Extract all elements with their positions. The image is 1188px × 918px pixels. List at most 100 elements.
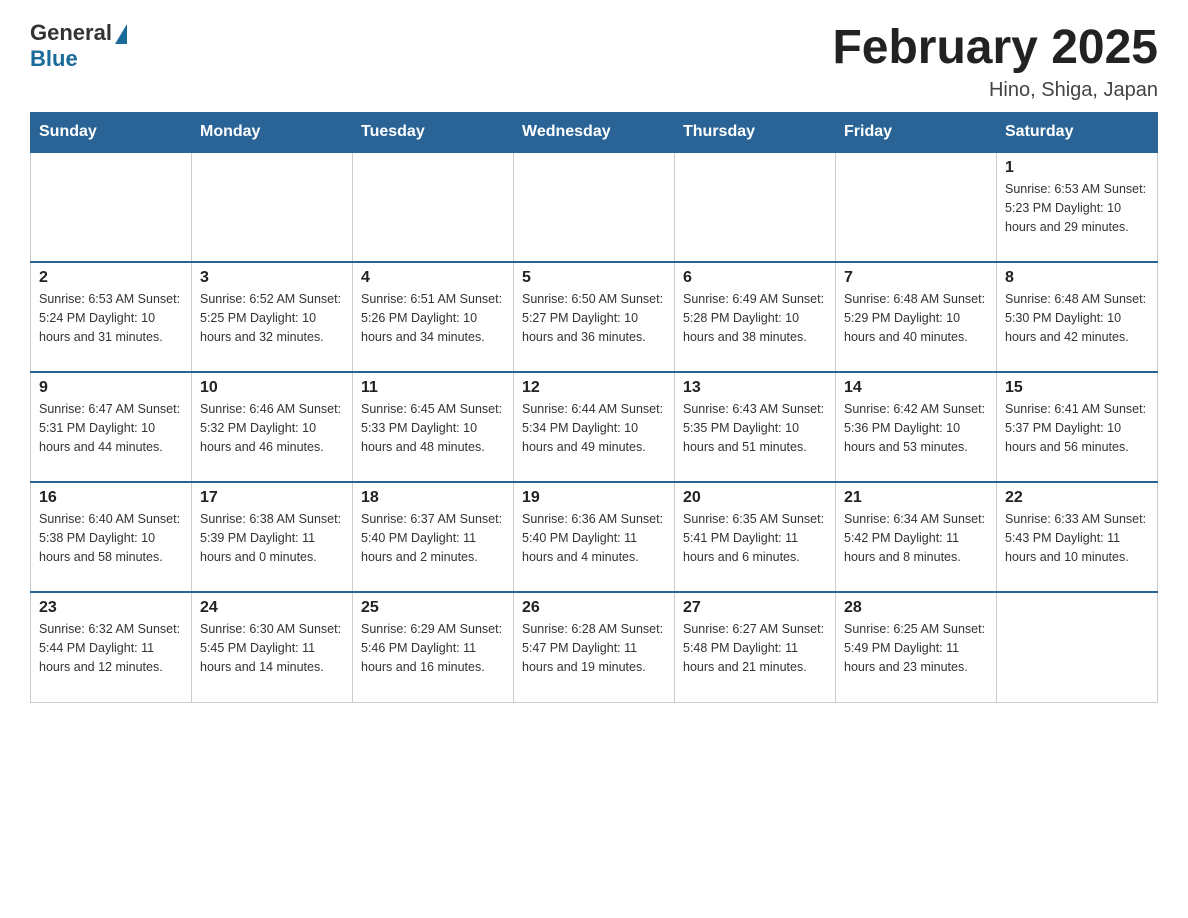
day-number: 1 — [1005, 159, 1149, 177]
logo-general-text: General — [30, 20, 112, 46]
calendar-cell: 28 Sunrise: 6:25 AM Sunset: 5:49 PM Dayli… — [836, 592, 997, 702]
day-info: Sunrise: 6:33 AM Sunset: 5:43 PM Dayligh… — [1005, 510, 1149, 566]
day-number: 10 — [200, 379, 344, 397]
day-info: Sunrise: 6:49 AM Sunset: 5:28 PM Dayligh… — [683, 290, 827, 346]
day-number: 24 — [200, 599, 344, 617]
day-info: Sunrise: 6:53 AM Sunset: 5:23 PM Dayligh… — [1005, 180, 1149, 236]
day-number: 22 — [1005, 489, 1149, 507]
calendar-cell — [514, 152, 675, 262]
calendar-cell: 4 Sunrise: 6:51 AM Sunset: 5:26 PM Daylig… — [353, 262, 514, 372]
day-info: Sunrise: 6:27 AM Sunset: 5:48 PM Dayligh… — [683, 620, 827, 676]
day-info: Sunrise: 6:44 AM Sunset: 5:34 PM Dayligh… — [522, 400, 666, 456]
day-info: Sunrise: 6:45 AM Sunset: 5:33 PM Dayligh… — [361, 400, 505, 456]
week-row-4: 16 Sunrise: 6:40 AM Sunset: 5:38 PM Dayli… — [31, 482, 1158, 592]
calendar-cell: 11 Sunrise: 6:45 AM Sunset: 5:33 PM Dayli… — [353, 372, 514, 482]
day-number: 23 — [39, 599, 183, 617]
calendar-cell: 24 Sunrise: 6:30 AM Sunset: 5:45 PM Dayli… — [192, 592, 353, 702]
day-number: 7 — [844, 269, 988, 287]
calendar-cell: 7 Sunrise: 6:48 AM Sunset: 5:29 PM Daylig… — [836, 262, 997, 372]
calendar-cell: 19 Sunrise: 6:36 AM Sunset: 5:40 PM Dayli… — [514, 482, 675, 592]
calendar-cell: 12 Sunrise: 6:44 AM Sunset: 5:34 PM Dayli… — [514, 372, 675, 482]
day-info: Sunrise: 6:43 AM Sunset: 5:35 PM Dayligh… — [683, 400, 827, 456]
calendar-cell: 26 Sunrise: 6:28 AM Sunset: 5:47 PM Dayli… — [514, 592, 675, 702]
page-header: General Blue February 2025 Hino, Shiga, … — [30, 20, 1158, 102]
calendar-cell — [31, 152, 192, 262]
calendar-cell: 16 Sunrise: 6:40 AM Sunset: 5:38 PM Dayli… — [31, 482, 192, 592]
day-number: 12 — [522, 379, 666, 397]
week-row-3: 9 Sunrise: 6:47 AM Sunset: 5:31 PM Daylig… — [31, 372, 1158, 482]
weekday-header-thursday: Thursday — [675, 113, 836, 153]
day-number: 19 — [522, 489, 666, 507]
day-number: 27 — [683, 599, 827, 617]
day-info: Sunrise: 6:28 AM Sunset: 5:47 PM Dayligh… — [522, 620, 666, 676]
calendar-cell — [675, 152, 836, 262]
calendar-cell: 13 Sunrise: 6:43 AM Sunset: 5:35 PM Dayli… — [675, 372, 836, 482]
calendar-cell: 1 Sunrise: 6:53 AM Sunset: 5:23 PM Daylig… — [997, 152, 1158, 262]
day-number: 3 — [200, 269, 344, 287]
day-info: Sunrise: 6:50 AM Sunset: 5:27 PM Dayligh… — [522, 290, 666, 346]
calendar-cell: 8 Sunrise: 6:48 AM Sunset: 5:30 PM Daylig… — [997, 262, 1158, 372]
calendar-cell: 5 Sunrise: 6:50 AM Sunset: 5:27 PM Daylig… — [514, 262, 675, 372]
weekday-header-sunday: Sunday — [31, 113, 192, 153]
calendar-cell: 21Sunrise: 6:34 AM Sunset: 5:42 PM Dayli… — [836, 482, 997, 592]
weekday-header-friday: Friday — [836, 113, 997, 153]
calendar-cell: 3 Sunrise: 6:52 AM Sunset: 5:25 PM Daylig… — [192, 262, 353, 372]
weekday-header-tuesday: Tuesday — [353, 113, 514, 153]
weekday-header-saturday: Saturday — [997, 113, 1158, 153]
calendar-cell: 6 Sunrise: 6:49 AM Sunset: 5:28 PM Daylig… — [675, 262, 836, 372]
day-info: Sunrise: 6:52 AM Sunset: 5:25 PM Dayligh… — [200, 290, 344, 346]
calendar-table: SundayMondayTuesdayWednesdayThursdayFrid… — [30, 112, 1158, 703]
calendar-cell: 2Sunrise: 6:53 AM Sunset: 5:24 PM Daylig… — [31, 262, 192, 372]
day-info: Sunrise: 6:48 AM Sunset: 5:29 PM Dayligh… — [844, 290, 988, 346]
day-number: 20 — [683, 489, 827, 507]
calendar-cell: 10Sunrise: 6:46 AM Sunset: 5:32 PM Dayli… — [192, 372, 353, 482]
day-info: Sunrise: 6:34 AM Sunset: 5:42 PM Dayligh… — [844, 510, 988, 566]
week-row-5: 23 Sunrise: 6:32 AM Sunset: 5:44 PM Dayli… — [31, 592, 1158, 702]
day-info: Sunrise: 6:35 AM Sunset: 5:41 PM Dayligh… — [683, 510, 827, 566]
day-number: 28 — [844, 599, 988, 617]
day-number: 11 — [361, 379, 505, 397]
day-number: 17 — [200, 489, 344, 507]
day-info: Sunrise: 6:47 AM Sunset: 5:31 PM Dayligh… — [39, 400, 183, 456]
day-info: Sunrise: 6:51 AM Sunset: 5:26 PM Dayligh… — [361, 290, 505, 346]
day-number: 4 — [361, 269, 505, 287]
weekday-header-wednesday: Wednesday — [514, 113, 675, 153]
week-row-1: 1 Sunrise: 6:53 AM Sunset: 5:23 PM Daylig… — [31, 152, 1158, 262]
day-number: 8 — [1005, 269, 1149, 287]
title-area: February 2025 Hino, Shiga, Japan — [832, 20, 1158, 102]
day-number: 25 — [361, 599, 505, 617]
day-number: 6 — [683, 269, 827, 287]
logo-blue-text: Blue — [30, 46, 78, 72]
day-info: Sunrise: 6:36 AM Sunset: 5:40 PM Dayligh… — [522, 510, 666, 566]
day-info: Sunrise: 6:38 AM Sunset: 5:39 PM Dayligh… — [200, 510, 344, 566]
week-row-2: 2Sunrise: 6:53 AM Sunset: 5:24 PM Daylig… — [31, 262, 1158, 372]
calendar-cell: 15 Sunrise: 6:41 AM Sunset: 5:37 PM Dayli… — [997, 372, 1158, 482]
logo-triangle-icon — [115, 24, 127, 44]
calendar-cell: 23 Sunrise: 6:32 AM Sunset: 5:44 PM Dayli… — [31, 592, 192, 702]
calendar-subtitle: Hino, Shiga, Japan — [832, 79, 1158, 102]
calendar-cell — [836, 152, 997, 262]
day-info: Sunrise: 6:37 AM Sunset: 5:40 PM Dayligh… — [361, 510, 505, 566]
calendar-cell: 22 Sunrise: 6:33 AM Sunset: 5:43 PM Dayli… — [997, 482, 1158, 592]
calendar-cell — [353, 152, 514, 262]
day-info: Sunrise: 6:42 AM Sunset: 5:36 PM Dayligh… — [844, 400, 988, 456]
day-info: Sunrise: 6:40 AM Sunset: 5:38 PM Dayligh… — [39, 510, 183, 566]
day-info: Sunrise: 6:25 AM Sunset: 5:49 PM Dayligh… — [844, 620, 988, 676]
day-info: Sunrise: 6:41 AM Sunset: 5:37 PM Dayligh… — [1005, 400, 1149, 456]
weekday-header-monday: Monday — [192, 113, 353, 153]
day-info: Sunrise: 6:53 AM Sunset: 5:24 PM Dayligh… — [39, 290, 183, 346]
day-number: 15 — [1005, 379, 1149, 397]
day-info: Sunrise: 6:32 AM Sunset: 5:44 PM Dayligh… — [39, 620, 183, 676]
calendar-cell: 14Sunrise: 6:42 AM Sunset: 5:36 PM Dayli… — [836, 372, 997, 482]
day-number: 26 — [522, 599, 666, 617]
weekday-header-row: SundayMondayTuesdayWednesdayThursdayFrid… — [31, 113, 1158, 153]
calendar-title: February 2025 — [832, 20, 1158, 75]
day-number: 5 — [522, 269, 666, 287]
calendar-cell: 27 Sunrise: 6:27 AM Sunset: 5:48 PM Dayli… — [675, 592, 836, 702]
day-number: 9 — [39, 379, 183, 397]
calendar-cell: 20 Sunrise: 6:35 AM Sunset: 5:41 PM Dayli… — [675, 482, 836, 592]
day-info: Sunrise: 6:48 AM Sunset: 5:30 PM Dayligh… — [1005, 290, 1149, 346]
day-number: 16 — [39, 489, 183, 507]
day-number: 13 — [683, 379, 827, 397]
day-info: Sunrise: 6:30 AM Sunset: 5:45 PM Dayligh… — [200, 620, 344, 676]
